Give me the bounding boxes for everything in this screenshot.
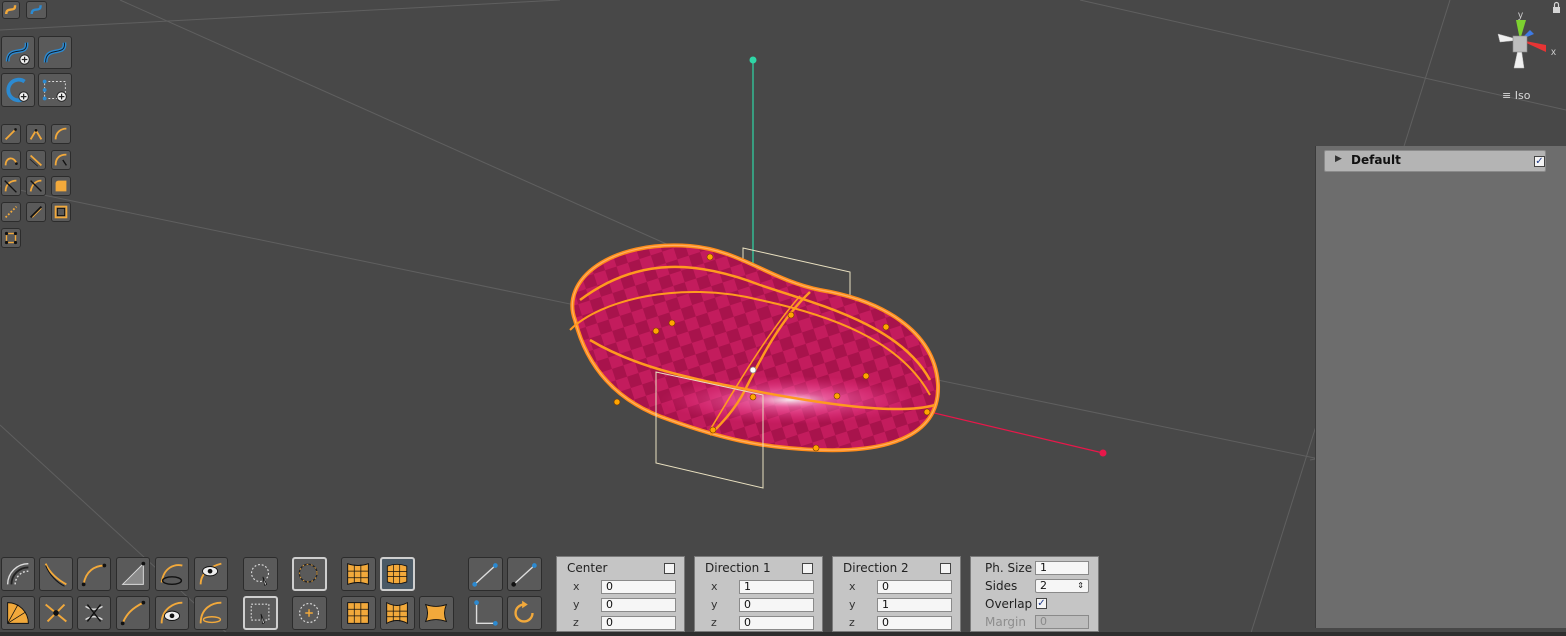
center-z-label: z — [573, 616, 579, 629]
projection-label: Iso — [1514, 89, 1531, 102]
intersect-icon[interactable] — [77, 596, 111, 630]
direction1-x-field[interactable]: 1 — [739, 580, 814, 594]
fillet-tool-icon[interactable] — [51, 150, 71, 170]
center-panel: Center x 0 y 0 z 0 — [556, 556, 685, 632]
eye-curve-icon[interactable] — [194, 557, 228, 591]
direction2-x-field[interactable]: 0 — [877, 580, 952, 594]
curve-blue-small-icon[interactable] — [26, 1, 47, 19]
dotted-circle-icon[interactable] — [292, 596, 327, 630]
direction1-z-label: z — [711, 616, 717, 629]
patch-surface-icon[interactable] — [419, 596, 454, 630]
center-checkbox[interactable] — [664, 563, 675, 574]
direction1-y-label: y — [711, 598, 718, 611]
center-x-field[interactable]: 0 — [601, 580, 676, 594]
trim-tool-icon[interactable] — [1, 176, 21, 196]
direction1-checkbox[interactable] — [802, 563, 813, 574]
corner-icon[interactable] — [468, 596, 503, 630]
grid-curved-icon[interactable] — [380, 596, 415, 630]
direction2-z-field[interactable]: 0 — [877, 616, 952, 630]
frame-tool-icon[interactable] — [51, 202, 71, 222]
lasso-select-icon[interactable] — [243, 557, 278, 591]
direction2-panel-title: Direction 2 — [843, 561, 909, 575]
center-y-label: y — [573, 598, 580, 611]
orientation-gizmo[interactable]: y x — [1497, 10, 1556, 69]
projection-toggle[interactable]: ≡ Iso — [1502, 89, 1530, 102]
grid-tile-icon[interactable] — [341, 596, 376, 630]
direction2-checkbox[interactable] — [940, 563, 951, 574]
layers-panel: ▶ Default ✓ — [1315, 146, 1566, 628]
dotted-line-icon[interactable] — [1, 202, 21, 222]
bezier-tool-icon[interactable] — [51, 124, 71, 144]
project-icon[interactable] — [116, 596, 150, 630]
snap-grid-icon[interactable] — [1, 228, 21, 248]
center-z-field[interactable]: 0 — [601, 616, 676, 630]
surface-edit-icon[interactable] — [194, 596, 228, 630]
expand-arrow-icon[interactable]: ▶ — [1335, 154, 1342, 164]
sweep-icon[interactable] — [39, 557, 73, 591]
line-node-icon[interactable] — [507, 557, 542, 591]
split-tool-icon[interactable] — [26, 176, 46, 196]
circle-select-icon[interactable] — [292, 557, 327, 591]
group-add-icon[interactable] — [38, 73, 72, 107]
direction2-y-label: y — [849, 598, 856, 611]
arc-points-icon[interactable] — [77, 557, 111, 591]
gizmo-center[interactable] — [749, 366, 757, 374]
direction1-panel: Direction 1 x 1 y 0 z 0 — [694, 556, 823, 632]
line-segment-icon[interactable] — [468, 557, 503, 591]
nurbs-surface[interactable] — [569, 243, 941, 453]
layer-item-default[interactable]: ▶ Default ✓ — [1324, 150, 1546, 172]
sides-label: Sides — [985, 579, 1018, 593]
direction2-z-label: z — [849, 616, 855, 629]
direction2-panel: Direction 2 x 0 y 1 z 0 — [832, 556, 961, 632]
layer-enabled-checkbox[interactable]: ✓ — [1534, 156, 1545, 167]
center-y-field[interactable]: 0 — [601, 598, 676, 612]
circle-add-icon[interactable] — [1, 73, 35, 107]
rotate-icon[interactable] — [507, 596, 542, 630]
dropdown-arrows-icon: ⇕ — [1077, 581, 1084, 590]
settings-panel: Ph. Size 1 Sides 2 ⇕ Overlap ✓ Margin 0 — [970, 556, 1099, 632]
scene-viewport[interactable]: y x ≡ Iso Center x 0 y 0 z 0 Direction 1… — [0, 0, 1566, 636]
eye-surface-icon[interactable] — [155, 596, 189, 630]
direction1-panel-title: Direction 1 — [705, 561, 771, 575]
direction2-x-label: x — [849, 580, 856, 593]
surface-grid-icon[interactable] — [341, 557, 376, 591]
curve-blue-icon[interactable] — [38, 36, 72, 69]
fan-surface-icon[interactable] — [1, 596, 35, 630]
rect-select-icon[interactable] — [243, 596, 278, 630]
margin-label: Margin — [985, 615, 1026, 629]
curve-add-icon[interactable] — [1, 36, 35, 69]
knife-tool-icon[interactable] — [26, 202, 46, 222]
direction1-x-label: x — [711, 580, 718, 593]
blend-tool-icon[interactable] — [1, 150, 21, 170]
direction1-y-field[interactable]: 0 — [739, 598, 814, 612]
patch-tool-icon[interactable] — [51, 176, 71, 196]
loft-icon[interactable] — [116, 557, 150, 591]
overlap-checkbox[interactable]: ✓ — [1036, 598, 1047, 609]
surface-grid-blue-icon[interactable] — [380, 557, 415, 591]
ph-size-label: Ph. Size — [985, 561, 1033, 575]
layer-name: Default — [1351, 153, 1401, 167]
lock-icon[interactable] — [1553, 1, 1560, 14]
arc-tool-icon[interactable] — [26, 124, 46, 144]
margin-field: 0 — [1035, 615, 1089, 629]
line-tool-icon[interactable] — [1, 124, 21, 144]
direction2-y-field[interactable]: 1 — [877, 598, 952, 612]
direction1-z-field[interactable]: 0 — [739, 616, 814, 630]
center-x-label: x — [573, 580, 580, 593]
sides-dropdown[interactable]: 2 ⇕ — [1035, 579, 1089, 593]
sides-value: 2 — [1040, 579, 1047, 592]
rings-icon[interactable] — [1, 557, 35, 591]
revolve-icon[interactable] — [155, 557, 189, 591]
gizmo-x-label: x — [1551, 47, 1556, 58]
center-panel-title: Center — [567, 561, 608, 575]
bottom-border — [0, 632, 1566, 636]
overlap-label: Overlap — [985, 597, 1033, 611]
offset-tool-icon[interactable] — [26, 150, 46, 170]
ph-size-field[interactable]: 1 — [1035, 561, 1089, 575]
move-points-icon[interactable] — [39, 596, 73, 630]
gizmo-y-label: y — [1518, 10, 1523, 21]
curve-small-icon[interactable] — [2, 1, 20, 19]
